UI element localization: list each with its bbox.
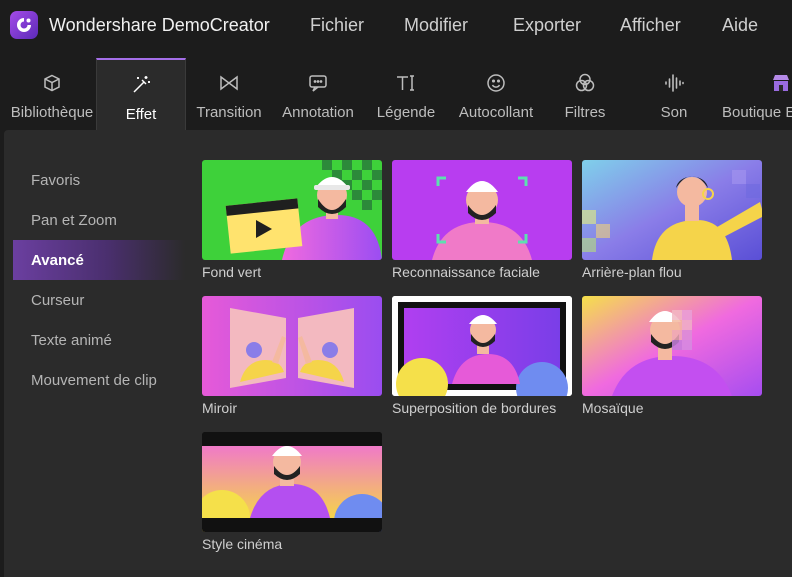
effect-card-superposition-bordures[interactable]: Superposition de bordures — [392, 296, 572, 416]
tab-bibliotheque[interactable]: Bibliothèque — [8, 58, 96, 130]
app-window: Wondershare DemoCreator Fichier Modifier… — [0, 0, 792, 577]
toolbar: Bibliothèque Effet Transition Annotation… — [0, 58, 792, 130]
menu-exporter[interactable]: Exporter — [513, 15, 581, 36]
effect-card-miroir[interactable]: Miroir — [202, 296, 382, 416]
effect-label: Miroir — [202, 400, 237, 416]
sidebar-item-pan-zoom[interactable]: Pan et Zoom — [13, 200, 185, 240]
tab-label: Filtres — [564, 104, 606, 121]
effect-card-fond-vert[interactable]: Fond vert — [202, 160, 382, 280]
menu-afficher[interactable]: Afficher — [620, 15, 681, 36]
magic-wand-icon — [130, 74, 152, 96]
menu-fichier[interactable]: Fichier — [310, 15, 364, 36]
tab-label: Légende — [376, 104, 436, 121]
tab-label: Effet — [125, 106, 157, 123]
tab-autocollant[interactable]: Autocollant — [452, 58, 540, 130]
tab-boutique[interactable]: Boutique E — [720, 58, 792, 130]
tab-label: Boutique E — [722, 104, 792, 121]
tab-legende[interactable]: Légende — [372, 58, 440, 130]
effect-thumbnail — [202, 296, 382, 396]
effect-thumbnail — [392, 296, 572, 396]
menu-aide[interactable]: Aide — [722, 15, 758, 36]
effect-thumbnail — [582, 296, 762, 396]
tab-son[interactable]: Son — [648, 58, 700, 130]
waveform-icon — [663, 72, 685, 94]
sidebar-item-avance[interactable]: Avancé — [13, 240, 185, 280]
menu-modifier[interactable]: Modifier — [404, 15, 468, 36]
effects-panel: Favoris Pan et Zoom Avancé Curseur Texte… — [4, 130, 792, 577]
tab-label: Son — [660, 104, 688, 121]
speech-bubble-icon — [307, 72, 329, 94]
effect-label: Style cinéma — [202, 536, 283, 552]
effect-thumbnail — [202, 160, 382, 260]
shop-icon — [770, 72, 792, 94]
text-cursor-icon — [395, 72, 417, 94]
cube-icon — [41, 72, 63, 94]
tab-annotation[interactable]: Annotation — [278, 58, 358, 130]
effect-label: Mosaïque — [582, 400, 644, 416]
bowtie-icon — [218, 72, 240, 94]
effect-thumbnail — [392, 160, 572, 260]
effect-card-mosaique[interactable]: Mosaïque — [582, 296, 762, 416]
tab-filtres[interactable]: Filtres — [556, 58, 614, 130]
effect-card-style-cinema[interactable]: Style cinéma — [202, 432, 382, 552]
sidebar-item-curseur[interactable]: Curseur — [13, 280, 185, 320]
sidebar-item-favoris[interactable]: Favoris — [13, 160, 185, 200]
sidebar-item-mouvement-clip[interactable]: Mouvement de clip — [13, 360, 185, 400]
title-bar: Wondershare DemoCreator Fichier Modifier… — [0, 0, 792, 52]
effect-thumbnail — [582, 160, 762, 260]
tab-label: Bibliothèque — [10, 104, 94, 121]
smiley-icon — [485, 72, 507, 94]
effect-label: Reconnaissance faciale — [392, 264, 540, 280]
effect-label: Fond vert — [202, 264, 262, 280]
tab-label: Annotation — [282, 104, 354, 121]
tab-label: Transition — [196, 104, 262, 121]
effect-label: Superposition de bordures — [392, 400, 557, 416]
effect-thumbnail — [202, 432, 382, 532]
sidebar-item-texte-anime[interactable]: Texte animé — [13, 320, 185, 360]
tab-transition[interactable]: Transition — [190, 58, 268, 130]
democreator-logo-icon — [10, 11, 38, 39]
effect-label: Arrière-plan flou — [582, 264, 682, 280]
effect-card-arriere-plan-flou[interactable]: Arrière-plan flou — [582, 160, 762, 280]
circles-icon — [574, 72, 596, 94]
effect-card-reconnaissance-faciale[interactable]: Reconnaissance faciale — [392, 160, 572, 280]
tab-effet[interactable]: Effet — [96, 58, 186, 130]
tab-label: Autocollant — [458, 104, 534, 121]
app-title: Wondershare DemoCreator — [49, 15, 270, 35]
